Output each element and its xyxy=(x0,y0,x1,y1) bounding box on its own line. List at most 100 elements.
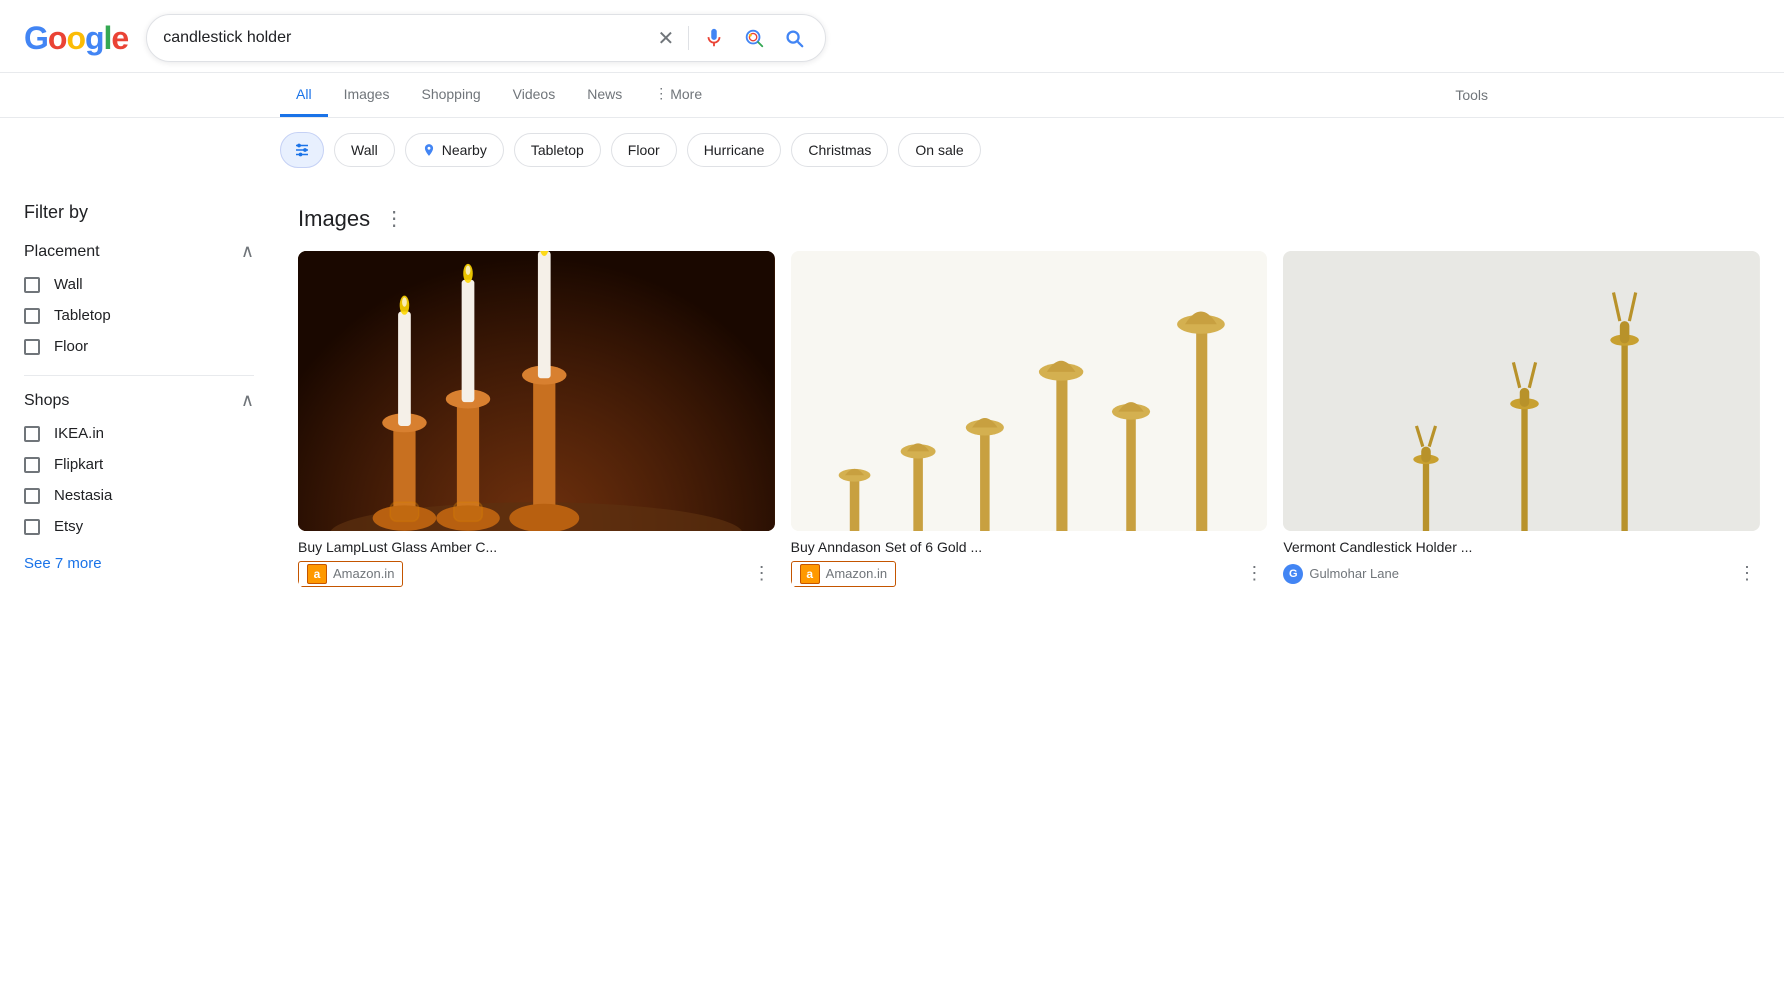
slim-sticks-svg xyxy=(1283,251,1760,531)
chip-hurricane[interactable]: Hurricane xyxy=(687,133,782,167)
voice-search-button[interactable] xyxy=(699,23,729,53)
logo-g1: G xyxy=(24,20,48,57)
sidebar: Filter by Placement ∧ Wall Tabletop Floo… xyxy=(24,202,274,588)
images-more-options-button[interactable]: ⋮ xyxy=(380,202,408,235)
filter-chips-row: Wall Nearby Tabletop Floor Hurricane Chr… xyxy=(0,118,1784,182)
etsy-checkbox[interactable] xyxy=(24,519,40,535)
clear-button[interactable]: ✕ xyxy=(653,22,678,55)
etsy-label: Etsy xyxy=(54,518,83,535)
image-thumb-2 xyxy=(791,251,1268,531)
card-1-more-button[interactable]: ⋮ xyxy=(749,559,775,588)
filter-item-flipkart[interactable]: Flipkart xyxy=(24,456,254,473)
filter-item-ikea[interactable]: IKEA.in xyxy=(24,425,254,442)
ikea-label: IKEA.in xyxy=(54,425,104,442)
floor-checkbox[interactable] xyxy=(24,339,40,355)
ikea-checkbox[interactable] xyxy=(24,426,40,442)
amazon-icon-1: a xyxy=(307,564,327,584)
sidebar-divider xyxy=(24,375,254,376)
search-bar: ✕ xyxy=(146,14,826,62)
chip-tabletop[interactable]: Tabletop xyxy=(514,133,601,167)
placement-chevron-icon: ∧ xyxy=(241,241,254,262)
card-3-source[interactable]: G Gulmohar Lane xyxy=(1283,564,1399,584)
flipkart-label: Flipkart xyxy=(54,456,103,473)
chip-floor[interactable]: Floor xyxy=(611,133,677,167)
image-thumb-1 xyxy=(298,251,775,531)
close-icon: ✕ xyxy=(657,26,674,51)
filter-item-etsy[interactable]: Etsy xyxy=(24,518,254,535)
logo-e: e xyxy=(111,20,128,57)
card-2-source-name: Amazon.in xyxy=(826,566,887,581)
image-thumb-3 xyxy=(1283,251,1760,531)
candle-image-svg xyxy=(298,251,775,531)
tab-videos[interactable]: Videos xyxy=(497,74,572,117)
tabletop-checkbox[interactable] xyxy=(24,308,40,324)
chip-nearby[interactable]: Nearby xyxy=(405,133,504,167)
main-layout: Filter by Placement ∧ Wall Tabletop Floo… xyxy=(0,182,1784,608)
tab-news[interactable]: News xyxy=(571,74,638,117)
tab-images[interactable]: Images xyxy=(328,74,406,117)
card-3-caption: Vermont Candlestick Holder ... xyxy=(1283,539,1760,555)
chip-christmas[interactable]: Christmas xyxy=(791,133,888,167)
google-logo[interactable]: Google xyxy=(24,20,128,57)
card-1-source[interactable]: a Amazon.in xyxy=(298,561,403,587)
shops-section: Shops ∧ IKEA.in Flipkart Nestasia Etsy xyxy=(24,390,254,535)
gold-sticks-svg xyxy=(791,251,1268,531)
shops-chevron-icon: ∧ xyxy=(241,390,254,411)
filter-item-floor[interactable]: Floor xyxy=(24,338,254,355)
lens-search-button[interactable] xyxy=(739,23,769,53)
card-2-more-button[interactable]: ⋮ xyxy=(1241,559,1267,588)
shops-section-header[interactable]: Shops ∧ xyxy=(24,390,254,411)
tabletop-label: Tabletop xyxy=(54,307,111,324)
mic-icon xyxy=(703,27,725,49)
filter-item-nestasia[interactable]: Nestasia xyxy=(24,487,254,504)
logo-o1: o xyxy=(48,20,67,57)
filter-item-tabletop[interactable]: Tabletop xyxy=(24,307,254,324)
placement-section-header[interactable]: Placement ∧ xyxy=(24,241,254,262)
see-more-link[interactable]: See 7 more xyxy=(24,555,254,572)
search-icon xyxy=(783,27,805,49)
card-1-source-row: a Amazon.in ⋮ xyxy=(298,559,775,588)
image-card-2[interactable]: Buy Anndason Set of 6 Gold ... a Amazon.… xyxy=(791,251,1268,588)
card-1-source-name: Amazon.in xyxy=(333,566,394,581)
card-1-caption: Buy LampLust Glass Amber C... xyxy=(298,539,775,555)
filter-item-wall[interactable]: Wall xyxy=(24,276,254,293)
lens-icon xyxy=(743,27,765,49)
image-card-1[interactable]: Buy LampLust Glass Amber C... a Amazon.i… xyxy=(298,251,775,588)
location-icon xyxy=(422,143,436,157)
nestasia-checkbox[interactable] xyxy=(24,488,40,504)
logo-l: l xyxy=(104,20,112,57)
filter-by-label: Filter by xyxy=(24,202,254,223)
tab-shopping[interactable]: Shopping xyxy=(405,74,496,117)
filter-icon-chip[interactable] xyxy=(280,132,324,168)
tab-all[interactable]: All xyxy=(280,74,328,117)
card-2-source-row: a Amazon.in ⋮ xyxy=(791,559,1268,588)
nestasia-label: Nestasia xyxy=(54,487,112,504)
logo-o2: o xyxy=(66,20,85,57)
card-3-source-row: G Gulmohar Lane ⋮ xyxy=(1283,559,1760,588)
placement-section: Placement ∧ Wall Tabletop Floor xyxy=(24,241,254,355)
shops-title: Shops xyxy=(24,392,69,410)
chip-wall[interactable]: Wall xyxy=(334,133,395,167)
gulmohar-icon: G xyxy=(1283,564,1303,584)
images-section-title: Images xyxy=(298,206,370,232)
search-submit-button[interactable] xyxy=(779,23,809,53)
image-card-3[interactable]: Vermont Candlestick Holder ... G Gulmoha… xyxy=(1283,251,1760,588)
placement-title: Placement xyxy=(24,243,100,261)
wall-checkbox[interactable] xyxy=(24,277,40,293)
search-bar-container: ✕ xyxy=(146,14,826,62)
wall-label: Wall xyxy=(54,276,83,293)
floor-label: Floor xyxy=(54,338,88,355)
image-placeholder-2 xyxy=(791,251,1268,531)
flipkart-checkbox[interactable] xyxy=(24,457,40,473)
content-area: Images ⋮ xyxy=(274,202,1784,588)
card-3-more-button[interactable]: ⋮ xyxy=(1734,559,1760,588)
filter-sliders-icon xyxy=(293,141,311,159)
images-section-header: Images ⋮ xyxy=(298,202,1760,235)
search-input[interactable] xyxy=(163,29,645,47)
chip-on-sale[interactable]: On sale xyxy=(898,133,980,167)
tab-more[interactable]: ⋮ More xyxy=(638,73,718,117)
header: Google ✕ xyxy=(0,0,1784,73)
tools-tab[interactable]: Tools xyxy=(1439,75,1504,115)
nav-tabs: All Images Shopping Videos News ⋮ More T… xyxy=(0,73,1784,118)
card-2-source[interactable]: a Amazon.in xyxy=(791,561,896,587)
